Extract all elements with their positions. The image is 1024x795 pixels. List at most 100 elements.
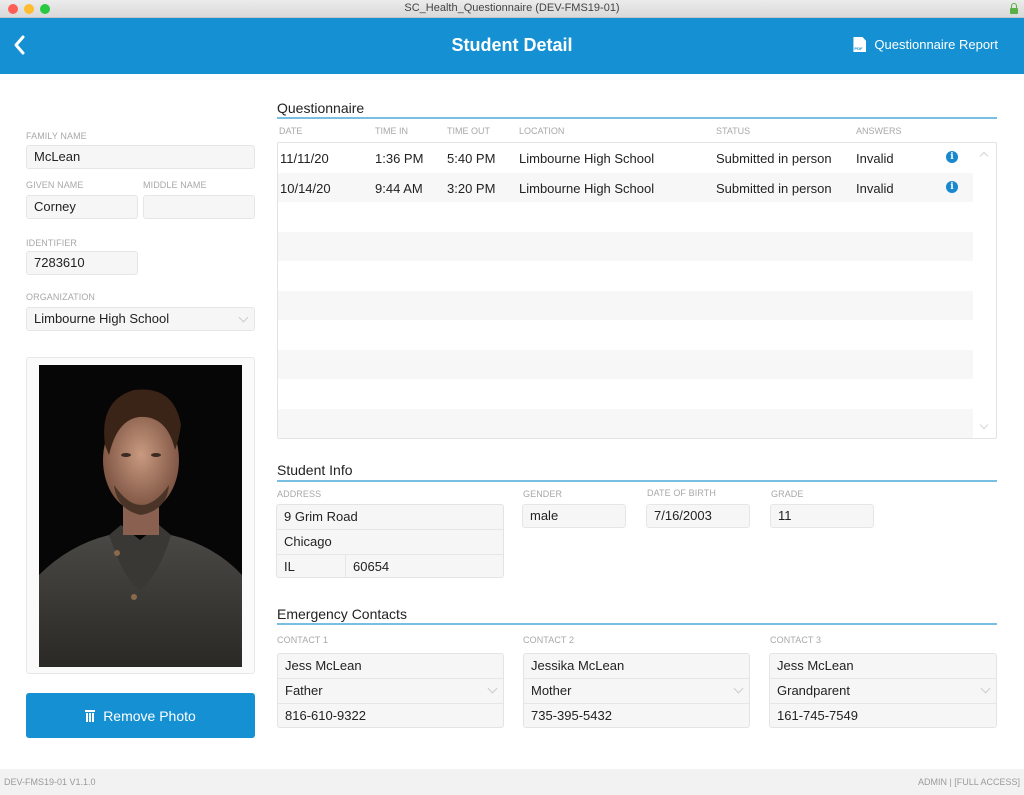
state-field[interactable]: IL — [277, 555, 346, 577]
table-body: 11/11/20 1:36 PM 5:40 PM Limbourne High … — [277, 142, 997, 439]
organization-select[interactable]: Limbourne High School — [26, 307, 255, 331]
scroll-up-icon[interactable] — [979, 151, 989, 161]
contact-3-phone-field[interactable]: 161-745-7549 — [770, 704, 996, 727]
cell-status: Submitted in person — [716, 180, 832, 196]
contact-2-relation-select[interactable]: Mother — [524, 679, 749, 704]
street-field[interactable]: 9 Grim Road — [277, 505, 503, 530]
student-info-title: Student Info — [277, 462, 353, 478]
column-header-location[interactable]: LOCATION — [519, 126, 564, 136]
address-label: ADDRESS — [277, 489, 322, 499]
city-field[interactable]: Chicago — [277, 530, 503, 555]
gender-label: GENDER — [523, 489, 563, 499]
chevron-down-icon — [487, 683, 498, 694]
pdf-icon: PDF — [853, 37, 867, 52]
window-title: SC_Health_Questionnaire (DEV-FMS19-01) — [404, 2, 620, 14]
contact-3-label: CONTACT 3 — [770, 635, 822, 645]
identifier-label: IDENTIFIER — [26, 238, 78, 248]
contact-1-phone-field[interactable]: 816-610-9322 — [278, 704, 503, 727]
table-row[interactable]: 10/14/20 9:44 AM 3:20 PM Limbourne High … — [278, 172, 973, 202]
family-name-field[interactable]: McLean — [26, 145, 255, 169]
info-icon[interactable]: i — [946, 151, 958, 163]
scroll-down-icon[interactable] — [979, 420, 989, 430]
questionnaire-report-label: Questionnaire Report — [874, 37, 998, 52]
emergency-contacts-divider — [277, 623, 997, 625]
middle-name-label: MIDDLE NAME — [143, 180, 207, 190]
student-photo[interactable] — [39, 365, 242, 667]
cell-time-in: 9:44 AM — [375, 180, 423, 196]
grade-label: GRADE — [771, 489, 804, 499]
emergency-contacts-title: Emergency Contacts — [277, 606, 407, 622]
contact-1-relation-value: Father — [285, 683, 323, 698]
address-group: 9 Grim Road Chicago IL 60654 — [276, 504, 504, 578]
back-button[interactable] — [12, 34, 32, 58]
lock-icon — [1010, 3, 1018, 14]
dob-label: DATE OF BIRTH — [647, 488, 716, 498]
empty-row — [278, 349, 973, 379]
contact-2-relation-value: Mother — [531, 683, 572, 698]
contact-2-name-field[interactable]: Jessika McLean — [524, 654, 749, 679]
column-header-date[interactable]: DATE — [279, 126, 302, 136]
questionnaire-table: DATE TIME IN TIME OUT LOCATION STATUS AN… — [277, 120, 997, 439]
cell-time-out: 5:40 PM — [447, 151, 496, 166]
contact-3-group: Jess McLean Grandparent 161-745-7549 — [769, 653, 997, 728]
contact-2-group: Jessika McLean Mother 735-395-5432 — [523, 653, 750, 728]
given-name-field[interactable]: Corney — [26, 195, 138, 219]
photo-frame — [26, 357, 255, 674]
dob-field[interactable]: 7/16/2003 — [646, 504, 750, 528]
organization-label: ORGANIZATION — [26, 292, 96, 302]
empty-row — [278, 261, 973, 291]
empty-row — [278, 408, 973, 438]
chevron-down-icon — [980, 683, 991, 694]
cell-time-in: 1:36 PM — [375, 151, 424, 166]
middle-name-field[interactable] — [143, 195, 255, 219]
navbar: Student Detail PDF Questionnaire Report — [0, 18, 1024, 74]
questionnaire-report-button[interactable]: PDF Questionnaire Report — [853, 37, 998, 52]
table-header: DATE TIME IN TIME OUT LOCATION STATUS AN… — [277, 120, 997, 142]
remove-photo-label: Remove Photo — [103, 707, 196, 724]
cell-location: Limbourne High School — [519, 151, 655, 166]
column-header-time-out[interactable]: TIME OUT — [447, 126, 490, 136]
cell-answers: Invalid — [856, 151, 894, 166]
cell-time-out: 3:20 PM — [447, 180, 496, 196]
organization-value: Limbourne High School — [34, 311, 170, 326]
status-footer: DEV-FMS19-01 V1.1.0 ADMIN | [FULL ACCESS… — [0, 769, 1024, 795]
empty-row — [278, 320, 973, 350]
chevron-down-icon — [733, 683, 744, 694]
window-titlebar: SC_Health_Questionnaire (DEV-FMS19-01) — [0, 0, 1024, 18]
column-header-status[interactable]: STATUS — [716, 126, 750, 136]
grade-field[interactable]: 11 — [770, 504, 874, 528]
gender-field[interactable]: male — [522, 504, 626, 528]
chevron-down-icon — [238, 312, 249, 323]
contact-1-name-field[interactable]: Jess McLean — [278, 654, 503, 679]
student-info-divider — [277, 480, 997, 482]
info-icon[interactable]: i — [946, 180, 958, 193]
given-name-label: GIVEN NAME — [26, 180, 84, 190]
chevron-left-icon — [14, 35, 25, 55]
version-text: DEV-FMS19-01 V1.1.0 — [4, 777, 96, 787]
cell-date: 10/14/20 — [280, 180, 331, 196]
empty-row — [278, 379, 973, 409]
user-access-text: ADMIN | [FULL ACCESS] — [917, 777, 1020, 787]
cell-date: 11/11/20 — [280, 151, 329, 166]
column-header-time-in[interactable]: TIME IN — [375, 126, 408, 136]
questionnaire-title: Questionnaire — [277, 100, 365, 116]
remove-photo-button[interactable]: Remove Photo — [26, 693, 255, 738]
zip-field[interactable]: 60654 — [346, 555, 503, 577]
portrait-image — [39, 365, 242, 667]
contact-1-relation-select[interactable]: Father — [278, 679, 503, 704]
contact-3-name-field[interactable]: Jess McLean — [770, 654, 996, 679]
contact-2-label: CONTACT 2 — [523, 635, 575, 645]
contact-2-phone-field[interactable]: 735-395-5432 — [524, 704, 749, 727]
trash-icon — [85, 709, 96, 722]
identifier-field[interactable]: 7283610 — [26, 251, 138, 275]
empty-row — [278, 202, 973, 232]
empty-row — [278, 231, 973, 261]
questionnaire-divider — [277, 117, 997, 119]
empty-row — [278, 290, 973, 320]
table-row[interactable]: 11/11/20 1:36 PM 5:40 PM Limbourne High … — [278, 143, 973, 173]
cell-answers: Invalid — [856, 180, 894, 196]
contact-3-relation-select[interactable]: Grandparent — [770, 679, 996, 704]
contact-3-relation-value: Grandparent — [777, 683, 850, 698]
contact-1-group: Jess McLean Father 816-610-9322 — [277, 653, 504, 728]
column-header-answers[interactable]: ANSWERS — [856, 126, 902, 136]
